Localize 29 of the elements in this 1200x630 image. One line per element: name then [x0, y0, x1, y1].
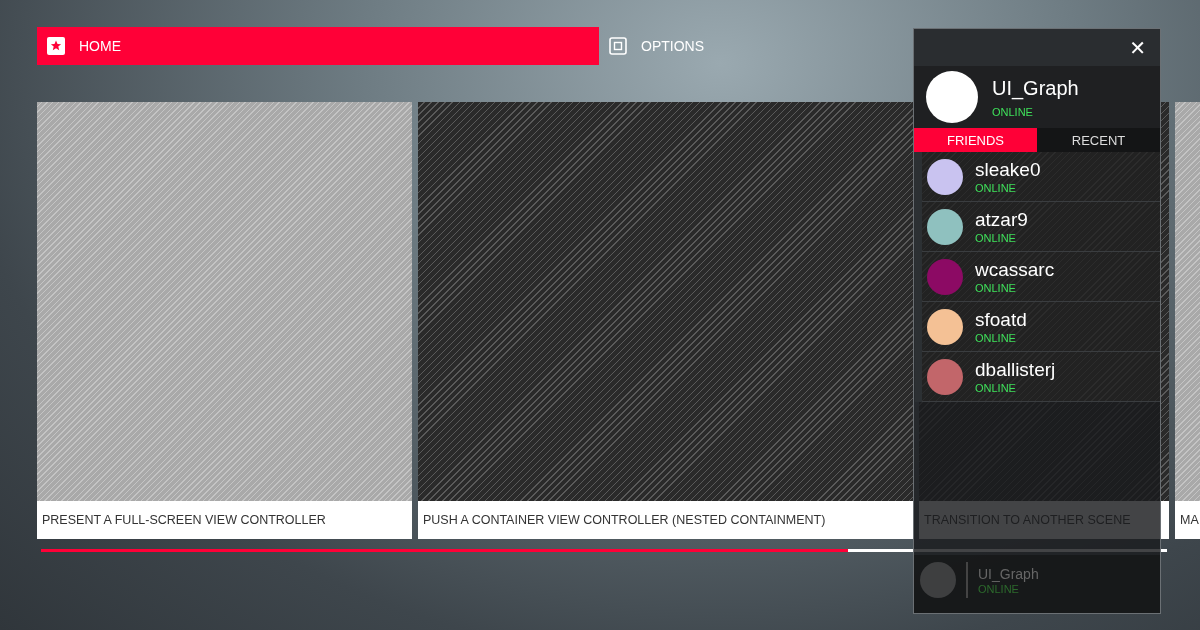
panel-tab[interactable]: FRIENDS	[914, 128, 1037, 152]
friend-name: sfoatd	[975, 309, 1027, 331]
friend-name: wcassarc	[975, 259, 1055, 281]
status-text: ONLINE	[975, 382, 1017, 394]
friend-row[interactable]: sfoatd ONLINE	[922, 302, 1160, 352]
friend-row[interactable]: dballisterj ONLINE	[922, 352, 1160, 402]
close-button[interactable]: ✕	[1123, 34, 1152, 61]
status-text: ONLINE	[975, 282, 1017, 294]
card-title[interactable]: PRESENT A FULL-SCREEN VIEW CONTROLLER	[37, 501, 412, 539]
status-text: ONLINE	[975, 182, 1017, 194]
card-title[interactable]: PUSH A CONTAINER VIEW CONTROLLER (NESTED CONTAINMENT)	[418, 501, 913, 539]
friend-name: dballisterj	[975, 359, 1056, 381]
status-text: ONLINE	[978, 582, 1020, 595]
friend-name: sleake0	[975, 159, 1041, 181]
profile-name: UI_Graph	[978, 565, 1039, 582]
friend-row[interactable]: sleake0 ONLINE	[922, 152, 1160, 202]
panel-tab[interactable]: RECENT	[1037, 128, 1160, 152]
card-title[interactable]: MA	[1175, 501, 1200, 539]
status-text: ONLINE	[975, 232, 1017, 244]
status-text: ONLINE	[992, 105, 1034, 118]
friend-name: atzar9	[975, 209, 1028, 231]
profile-name: UI_Graph	[992, 76, 1079, 100]
status-text: ONLINE	[975, 332, 1017, 344]
square-icon	[609, 37, 627, 55]
nav-tab[interactable]: HOME	[37, 27, 599, 65]
avatar	[926, 71, 978, 123]
friend-row[interactable]: wcassarc ONLINE	[922, 252, 1160, 302]
avatar	[920, 562, 956, 598]
friend-row[interactable]: atzar9 ONLINE	[922, 202, 1160, 252]
